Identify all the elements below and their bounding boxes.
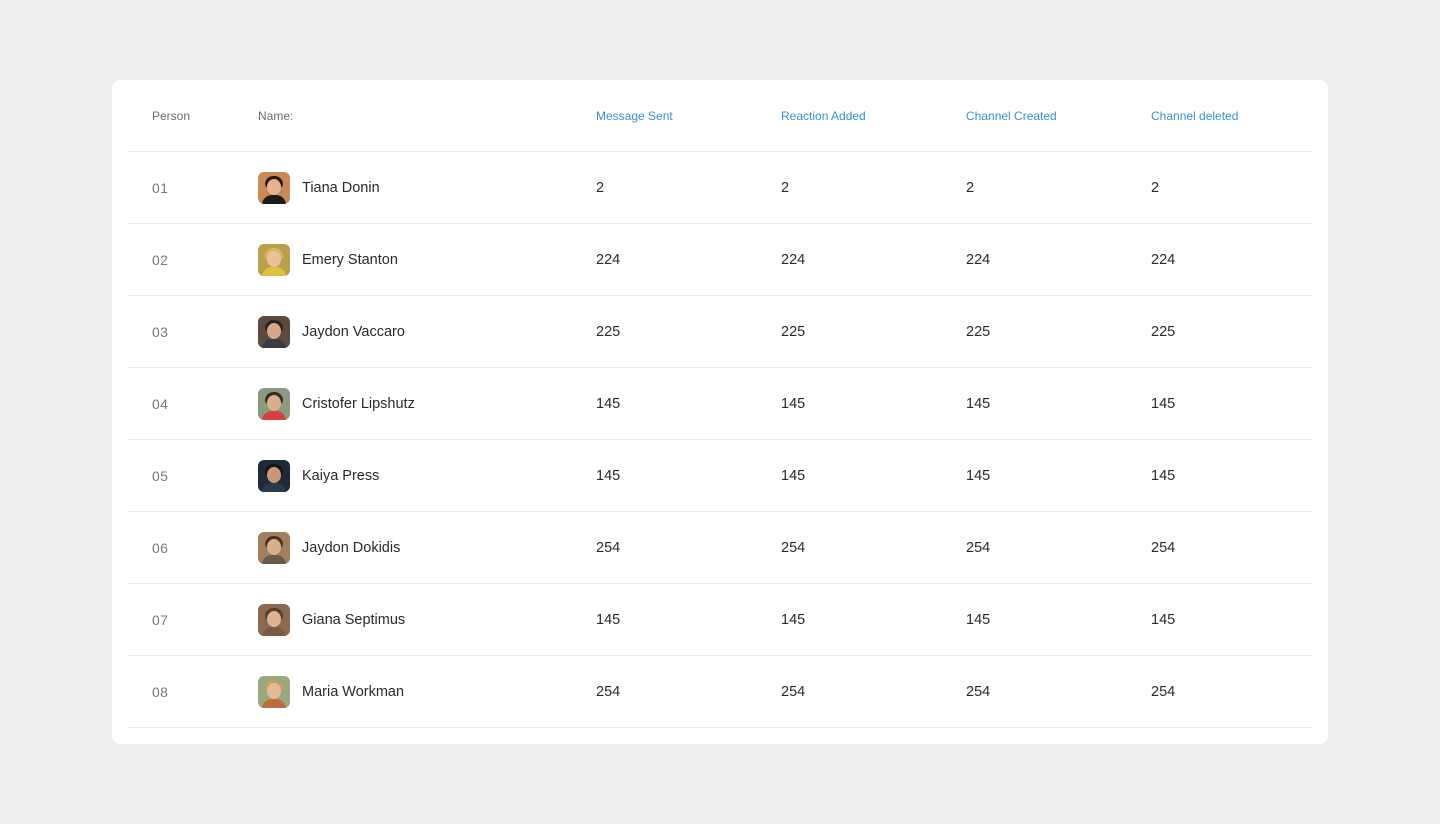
avatar-photo-icon bbox=[258, 171, 290, 204]
table-row[interactable]: 08 Maria Workman 254 254 254 254 bbox=[128, 656, 1312, 728]
row-index: 07 bbox=[152, 611, 169, 628]
avatar-photo-icon bbox=[258, 459, 290, 492]
avatar-photo-icon bbox=[258, 387, 290, 420]
channel-deleted-value: 145 bbox=[1151, 395, 1176, 412]
message-sent-value: 145 bbox=[596, 611, 621, 628]
table-row[interactable]: 06 Jaydon Dokidis 254 254 254 254 bbox=[128, 512, 1312, 584]
table-row[interactable]: 07 Giana Septimus 145 145 145 145 bbox=[128, 584, 1312, 656]
header-reaction-added[interactable]: Reaction Added bbox=[781, 80, 866, 151]
avatar-photo-icon bbox=[258, 531, 290, 564]
person-name: Jaydon Vaccaro bbox=[302, 323, 405, 340]
row-person[interactable]: Tiana Donin bbox=[258, 152, 380, 223]
channel-created-value: 225 bbox=[966, 323, 991, 340]
table-row[interactable]: 02 Emery Stanton 224 224 224 224 bbox=[128, 224, 1312, 296]
message-sent-value: 2 bbox=[596, 179, 605, 196]
table-row[interactable]: 01 Tiana Donin 2 2 2 2 bbox=[128, 152, 1312, 224]
message-sent-value: 145 bbox=[596, 467, 621, 484]
channel-created-value: 145 bbox=[966, 611, 991, 628]
activity-table-card: Person Name: Message Sent Reaction Added… bbox=[112, 80, 1328, 744]
header-name: Name: bbox=[258, 108, 294, 123]
reaction-added-value: 224 bbox=[781, 251, 806, 268]
table-body: 01 Tiana Donin 2 2 2 2 02 Emery Stanton … bbox=[128, 152, 1312, 728]
channel-deleted-value: 224 bbox=[1151, 251, 1176, 268]
reaction-added-value: 145 bbox=[781, 467, 806, 484]
channel-created-value: 224 bbox=[966, 251, 991, 268]
person-name: Giana Septimus bbox=[302, 611, 406, 628]
header-channel-created[interactable]: Channel Created bbox=[966, 80, 1057, 151]
row-index: 08 bbox=[152, 683, 169, 700]
channel-deleted-value: 225 bbox=[1151, 323, 1176, 340]
row-index: 01 bbox=[152, 179, 169, 196]
row-person[interactable]: Jaydon Vaccaro bbox=[258, 296, 405, 367]
row-person[interactable]: Jaydon Dokidis bbox=[258, 512, 400, 583]
channel-deleted-value: 145 bbox=[1151, 611, 1176, 628]
channel-deleted-value: 254 bbox=[1151, 539, 1176, 556]
reaction-added-value: 145 bbox=[781, 395, 806, 412]
message-sent-value: 145 bbox=[596, 395, 621, 412]
header-channel-deleted[interactable]: Channel deleted bbox=[1151, 80, 1238, 151]
person-name: Kaiya Press bbox=[302, 467, 380, 484]
reaction-added-value: 254 bbox=[781, 683, 806, 700]
avatar-photo-icon bbox=[258, 315, 290, 348]
row-person[interactable]: Maria Workman bbox=[258, 656, 404, 727]
row-index: 06 bbox=[152, 539, 169, 556]
message-sent-value: 254 bbox=[596, 539, 621, 556]
header-person: Person bbox=[152, 108, 191, 123]
table-header-row: Person Name: Message Sent Reaction Added… bbox=[128, 80, 1312, 152]
reaction-added-value: 2 bbox=[781, 179, 790, 196]
channel-deleted-value: 2 bbox=[1151, 179, 1160, 196]
avatar-photo-icon bbox=[258, 675, 290, 708]
reaction-added-value: 145 bbox=[781, 611, 806, 628]
reaction-added-value: 225 bbox=[781, 323, 806, 340]
row-person[interactable]: Emery Stanton bbox=[258, 224, 398, 295]
message-sent-value: 224 bbox=[596, 251, 621, 268]
header-message-sent[interactable]: Message Sent bbox=[596, 80, 673, 151]
person-name: Tiana Donin bbox=[302, 179, 380, 196]
person-name: Jaydon Dokidis bbox=[302, 539, 401, 556]
table-row[interactable]: 04 Cristofer Lipshutz 145 145 145 145 bbox=[128, 368, 1312, 440]
channel-deleted-value: 254 bbox=[1151, 683, 1176, 700]
message-sent-value: 254 bbox=[596, 683, 621, 700]
reaction-added-value: 254 bbox=[781, 539, 806, 556]
row-person[interactable]: Giana Septimus bbox=[258, 584, 405, 655]
message-sent-value: 225 bbox=[596, 323, 621, 340]
avatar-photo-icon bbox=[258, 603, 290, 636]
channel-created-value: 254 bbox=[966, 539, 991, 556]
table-row[interactable]: 03 Jaydon Vaccaro 225 225 225 225 bbox=[128, 296, 1312, 368]
row-person[interactable]: Cristofer Lipshutz bbox=[258, 368, 415, 439]
row-person[interactable]: Kaiya Press bbox=[258, 440, 379, 511]
row-index: 05 bbox=[152, 467, 169, 484]
row-index: 04 bbox=[152, 395, 169, 412]
activity-table: Person Name: Message Sent Reaction Added… bbox=[128, 80, 1312, 728]
channel-deleted-value: 145 bbox=[1151, 467, 1176, 484]
person-name: Maria Workman bbox=[302, 683, 405, 700]
channel-created-value: 145 bbox=[966, 467, 991, 484]
row-index: 02 bbox=[152, 251, 169, 268]
row-index: 03 bbox=[152, 323, 169, 340]
channel-created-value: 145 bbox=[966, 395, 991, 412]
table-row[interactable]: 05 Kaiya Press 145 145 145 145 bbox=[128, 440, 1312, 512]
channel-created-value: 254 bbox=[966, 683, 991, 700]
avatar-photo-icon bbox=[258, 243, 290, 276]
person-name: Emery Stanton bbox=[302, 251, 398, 268]
person-name: Cristofer Lipshutz bbox=[302, 395, 415, 412]
channel-created-value: 2 bbox=[966, 179, 975, 196]
